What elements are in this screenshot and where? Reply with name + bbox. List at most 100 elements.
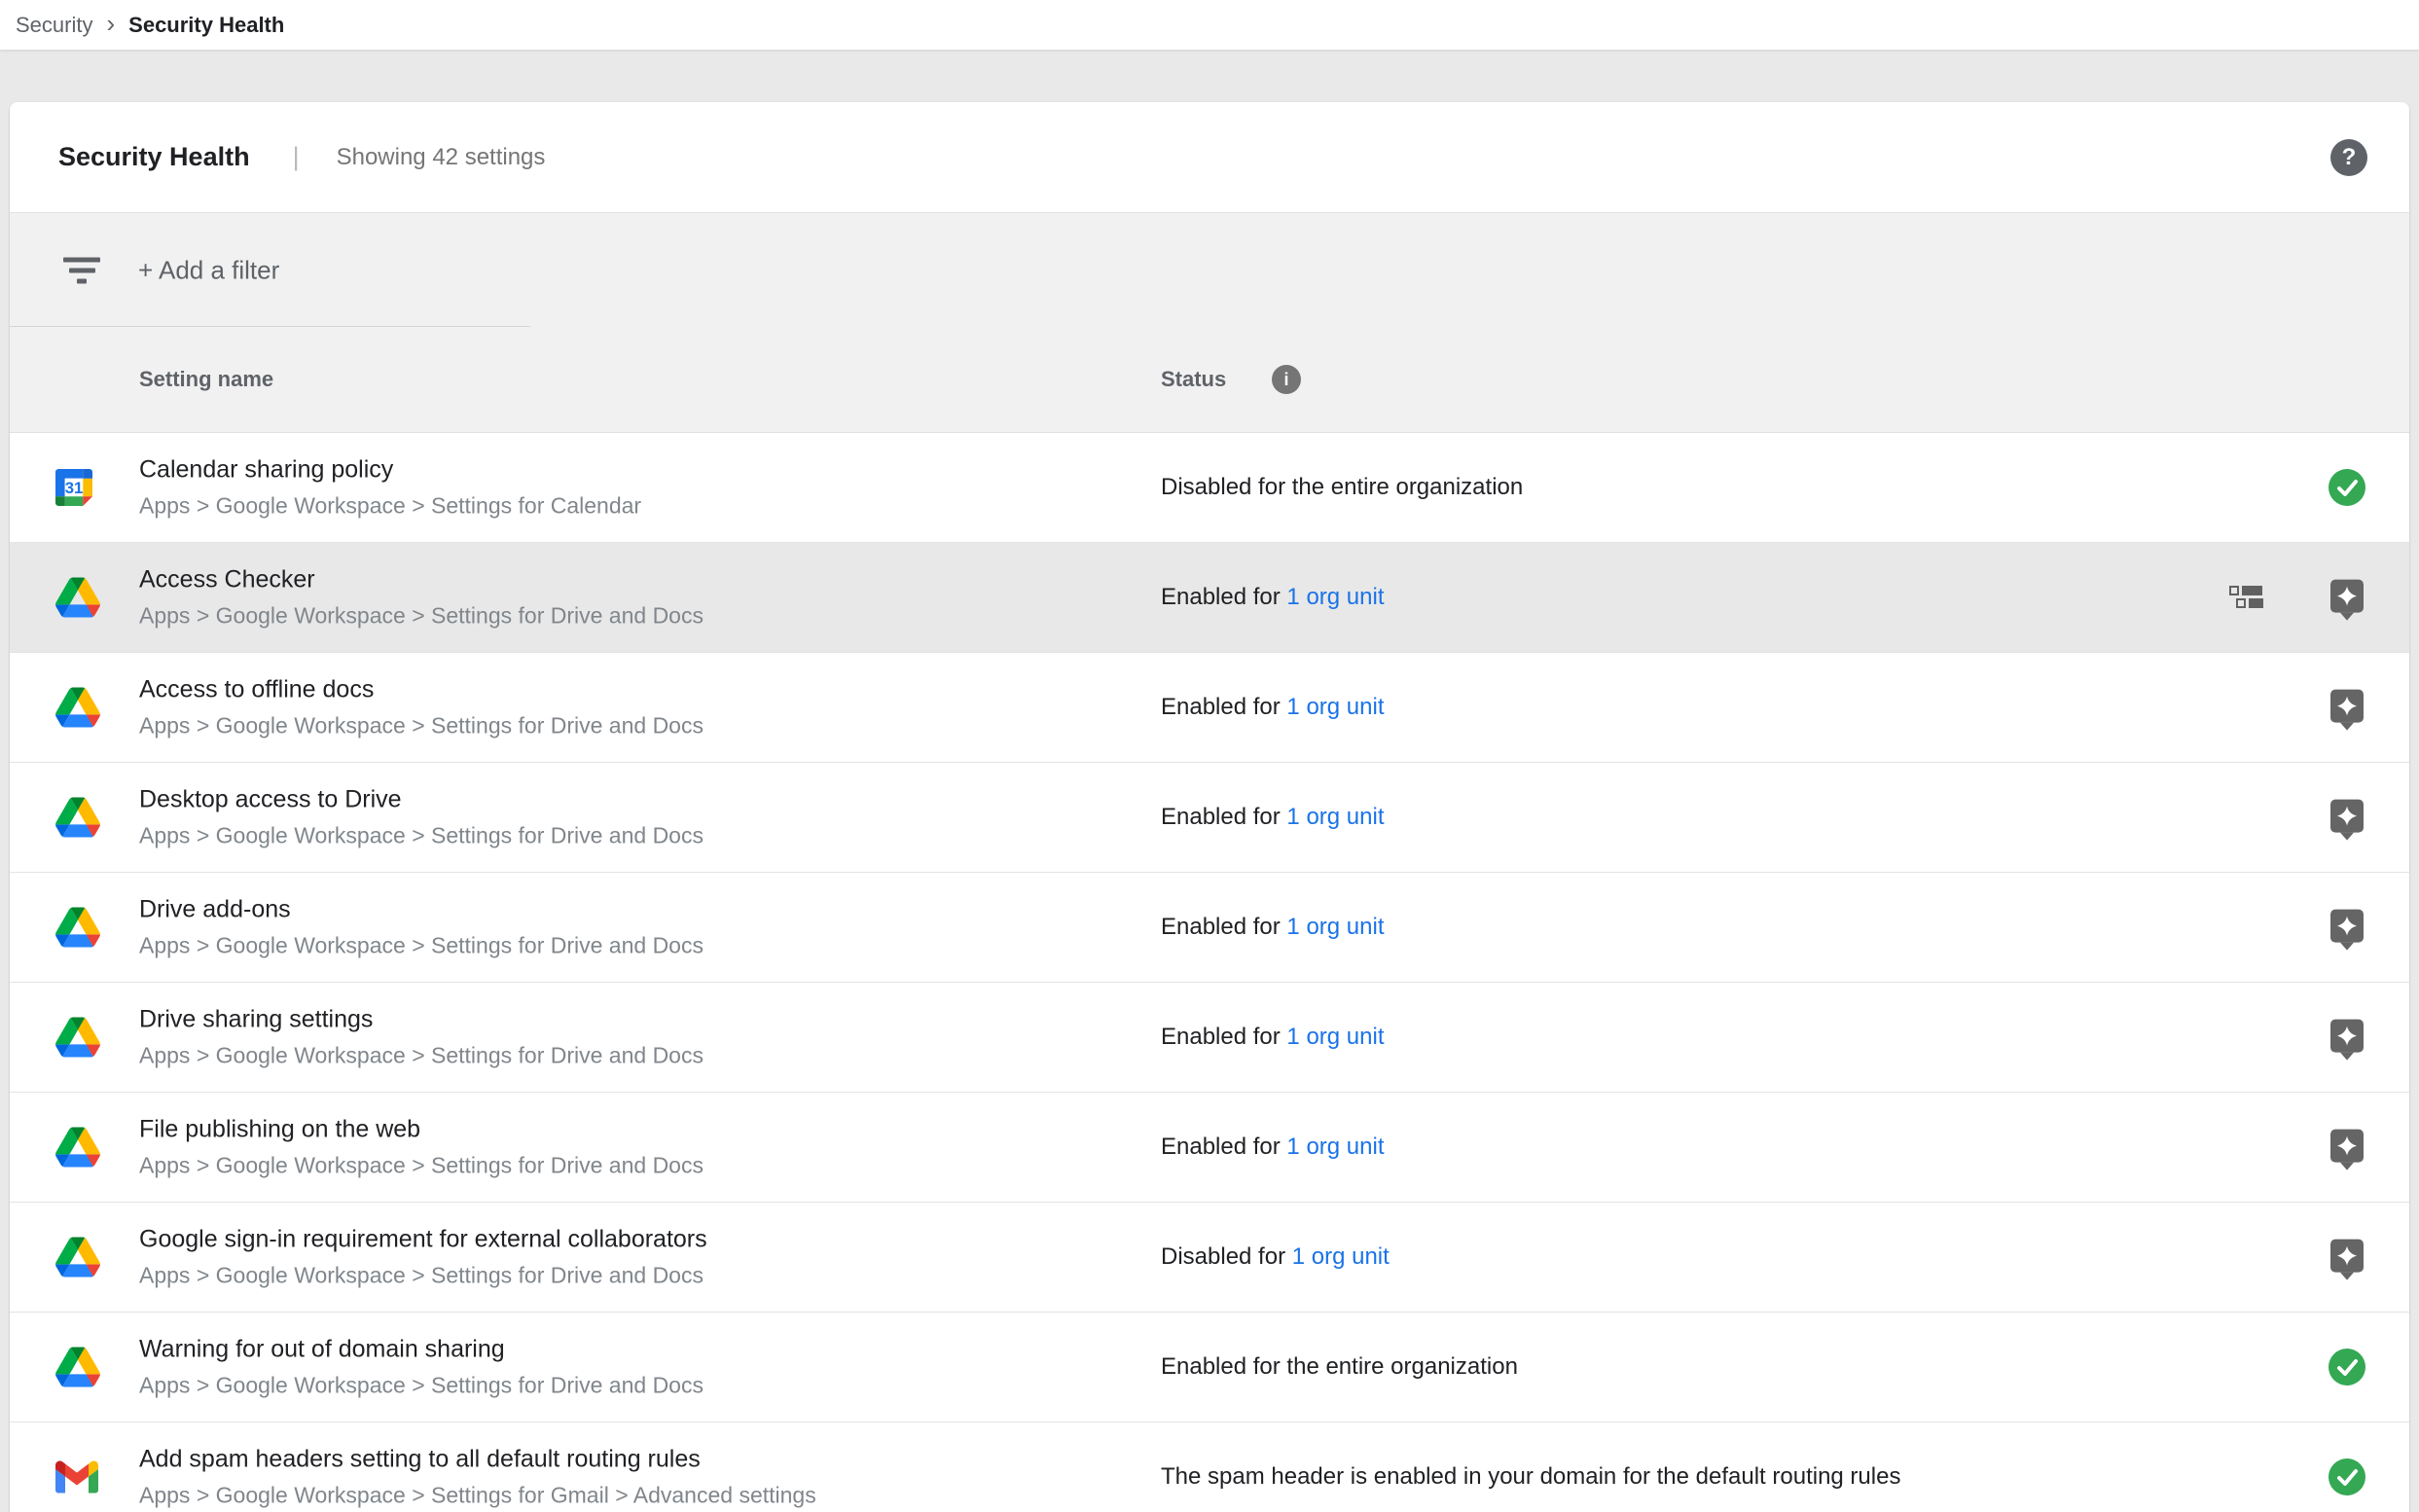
google-drive-icon: [55, 1018, 100, 1058]
recommendation-icon[interactable]: [2330, 800, 2364, 833]
status-prefix: Disabled for: [1161, 1243, 1292, 1270]
setting-path: Apps > Google Workspace > Settings for D…: [139, 1043, 704, 1069]
google-calendar-icon: 31: [55, 469, 92, 506]
org-units-icon: [2229, 586, 2265, 609]
setting-name: Access Checker: [139, 566, 704, 594]
app-icon-cell: 31: [55, 469, 104, 506]
recommendation-icon[interactable]: [2330, 910, 2364, 943]
org-unit-link[interactable]: 1 org unit: [1292, 1243, 1390, 1270]
sparkle-icon: [2335, 1025, 2359, 1048]
google-drive-icon: [55, 688, 100, 728]
org-unit-link[interactable]: 1 org unit: [1286, 1134, 1384, 1160]
calendar-day-text: 31: [65, 479, 84, 497]
setting-path: Apps > Google Workspace > Settings for D…: [139, 1153, 704, 1179]
google-drive-icon: [55, 578, 100, 618]
app-icon-cell: [55, 1018, 104, 1058]
google-drive-icon: [55, 1238, 100, 1278]
org-unit-link[interactable]: 1 org unit: [1286, 584, 1384, 610]
org-unit-link[interactable]: 1 org unit: [1286, 914, 1384, 940]
setting-cell: Desktop access to Drive Apps > Google Wo…: [139, 786, 704, 849]
settings-list: 31 Calendar sharing policy Apps > Google…: [10, 432, 2409, 1512]
status-ok-icon: [2329, 469, 2365, 506]
status-info-icon[interactable]: i: [1272, 365, 1301, 394]
status-text: The spam header is enabled in your domai…: [1161, 1463, 1900, 1491]
page-title: Security Health: [58, 142, 250, 172]
status-prefix: Enabled for: [1161, 694, 1286, 720]
security-health-card: Security Health | Showing 42 settings ? …: [10, 102, 2409, 1512]
setting-path: Apps > Google Workspace > Settings for D…: [139, 1373, 704, 1399]
status-text: Enabled for 1 org unit: [1161, 584, 1385, 611]
table-row[interactable]: Google sign-in requirement for external …: [10, 1203, 2409, 1313]
setting-cell: Warning for out of domain sharing Apps >…: [139, 1336, 704, 1399]
setting-path: Apps > Google Workspace > Settings for D…: [139, 603, 704, 630]
recommendation-icon[interactable]: [2330, 690, 2364, 723]
table-row[interactable]: Add spam headers setting to all default …: [10, 1422, 2409, 1512]
app-icon-cell: [55, 578, 104, 618]
status-text: Enabled for 1 org unit: [1161, 694, 1385, 721]
org-unit-link[interactable]: 1 org unit: [1286, 804, 1384, 830]
status-text: Enabled for 1 org unit: [1161, 804, 1385, 831]
setting-path: Apps > Google Workspace > Settings for D…: [139, 933, 704, 959]
status-text: Disabled for the entire organization: [1161, 474, 1523, 501]
table-row[interactable]: Access Checker Apps > Google Workspace >…: [10, 543, 2409, 653]
table-row[interactable]: Desktop access to Drive Apps > Google Wo…: [10, 763, 2409, 873]
title-divider: |: [293, 142, 300, 172]
setting-name: Add spam headers setting to all default …: [139, 1446, 816, 1474]
setting-cell: Access to offline docs Apps > Google Wor…: [139, 676, 704, 739]
app-icon-cell: [55, 1238, 104, 1278]
google-drive-icon: [55, 1348, 100, 1387]
status-prefix: Enabled for: [1161, 584, 1286, 610]
sparkle-icon: [2335, 585, 2359, 608]
app-icon-cell: [55, 1128, 104, 1168]
setting-name: Google sign-in requirement for external …: [139, 1226, 707, 1254]
sparkle-icon: [2335, 915, 2359, 938]
card-header: Security Health | Showing 42 settings ?: [10, 102, 2409, 212]
status-prefix: Enabled for: [1161, 914, 1286, 940]
setting-cell: Add spam headers setting to all default …: [139, 1446, 816, 1509]
breadcrumb: Security › Security Health: [0, 0, 2419, 50]
setting-name: Drive add-ons: [139, 896, 704, 924]
breadcrumb-separator-icon: ›: [106, 11, 115, 39]
table-header: Setting name Status i: [10, 327, 2409, 432]
org-unit-link[interactable]: 1 org unit: [1286, 1024, 1384, 1050]
add-filter-button[interactable]: + Add a filter: [138, 255, 279, 285]
app-icon-cell: [55, 1348, 104, 1387]
status-text: Enabled for 1 org unit: [1161, 1024, 1385, 1051]
help-button[interactable]: ?: [2330, 139, 2367, 176]
table-row[interactable]: File publishing on the web Apps > Google…: [10, 1093, 2409, 1203]
app-icon-cell: [55, 908, 104, 948]
app-icon-cell: [55, 1461, 104, 1494]
recommendation-icon[interactable]: [2330, 1130, 2364, 1163]
sparkle-icon: [2335, 1244, 2359, 1268]
setting-name: Desktop access to Drive: [139, 786, 704, 814]
status-text: Enabled for 1 org unit: [1161, 1134, 1385, 1161]
status-prefix: Enabled for: [1161, 804, 1286, 830]
status-ok-icon: [2329, 1349, 2365, 1386]
table-row[interactable]: Drive sharing settings Apps > Google Wor…: [10, 983, 2409, 1093]
setting-path: Apps > Google Workspace > Settings for D…: [139, 713, 704, 739]
setting-name: File publishing on the web: [139, 1116, 704, 1144]
breadcrumb-parent-link[interactable]: Security: [16, 13, 92, 38]
setting-name: Access to offline docs: [139, 676, 704, 704]
table-row[interactable]: Drive add-ons Apps > Google Workspace > …: [10, 873, 2409, 983]
setting-cell: Access Checker Apps > Google Workspace >…: [139, 566, 704, 630]
setting-cell: Drive sharing settings Apps > Google Wor…: [139, 1006, 704, 1069]
breadcrumb-current: Security Health: [128, 13, 284, 38]
setting-path: Apps > Google Workspace > Settings for C…: [139, 493, 641, 520]
recommendation-icon[interactable]: [2330, 1020, 2364, 1053]
table-row[interactable]: Warning for out of domain sharing Apps >…: [10, 1313, 2409, 1422]
app-icon-cell: [55, 798, 104, 838]
org-unit-link[interactable]: 1 org unit: [1286, 694, 1384, 720]
setting-cell: Drive add-ons Apps > Google Workspace > …: [139, 896, 704, 959]
google-drive-icon: [55, 1128, 100, 1168]
table-row[interactable]: 31 Calendar sharing policy Apps > Google…: [10, 433, 2409, 543]
recommendation-icon[interactable]: [2330, 1240, 2364, 1273]
status-prefix: Enabled for: [1161, 1134, 1286, 1160]
help-icon: ?: [2342, 144, 2357, 171]
status-prefix: The spam header is enabled in your domai…: [1161, 1463, 1900, 1490]
sparkle-icon: [2335, 1134, 2359, 1158]
recommendation-icon[interactable]: [2330, 580, 2364, 613]
status-ok-icon: [2329, 1458, 2365, 1495]
status-text: Enabled for the entire organization: [1161, 1353, 1518, 1381]
table-row[interactable]: Access to offline docs Apps > Google Wor…: [10, 653, 2409, 763]
